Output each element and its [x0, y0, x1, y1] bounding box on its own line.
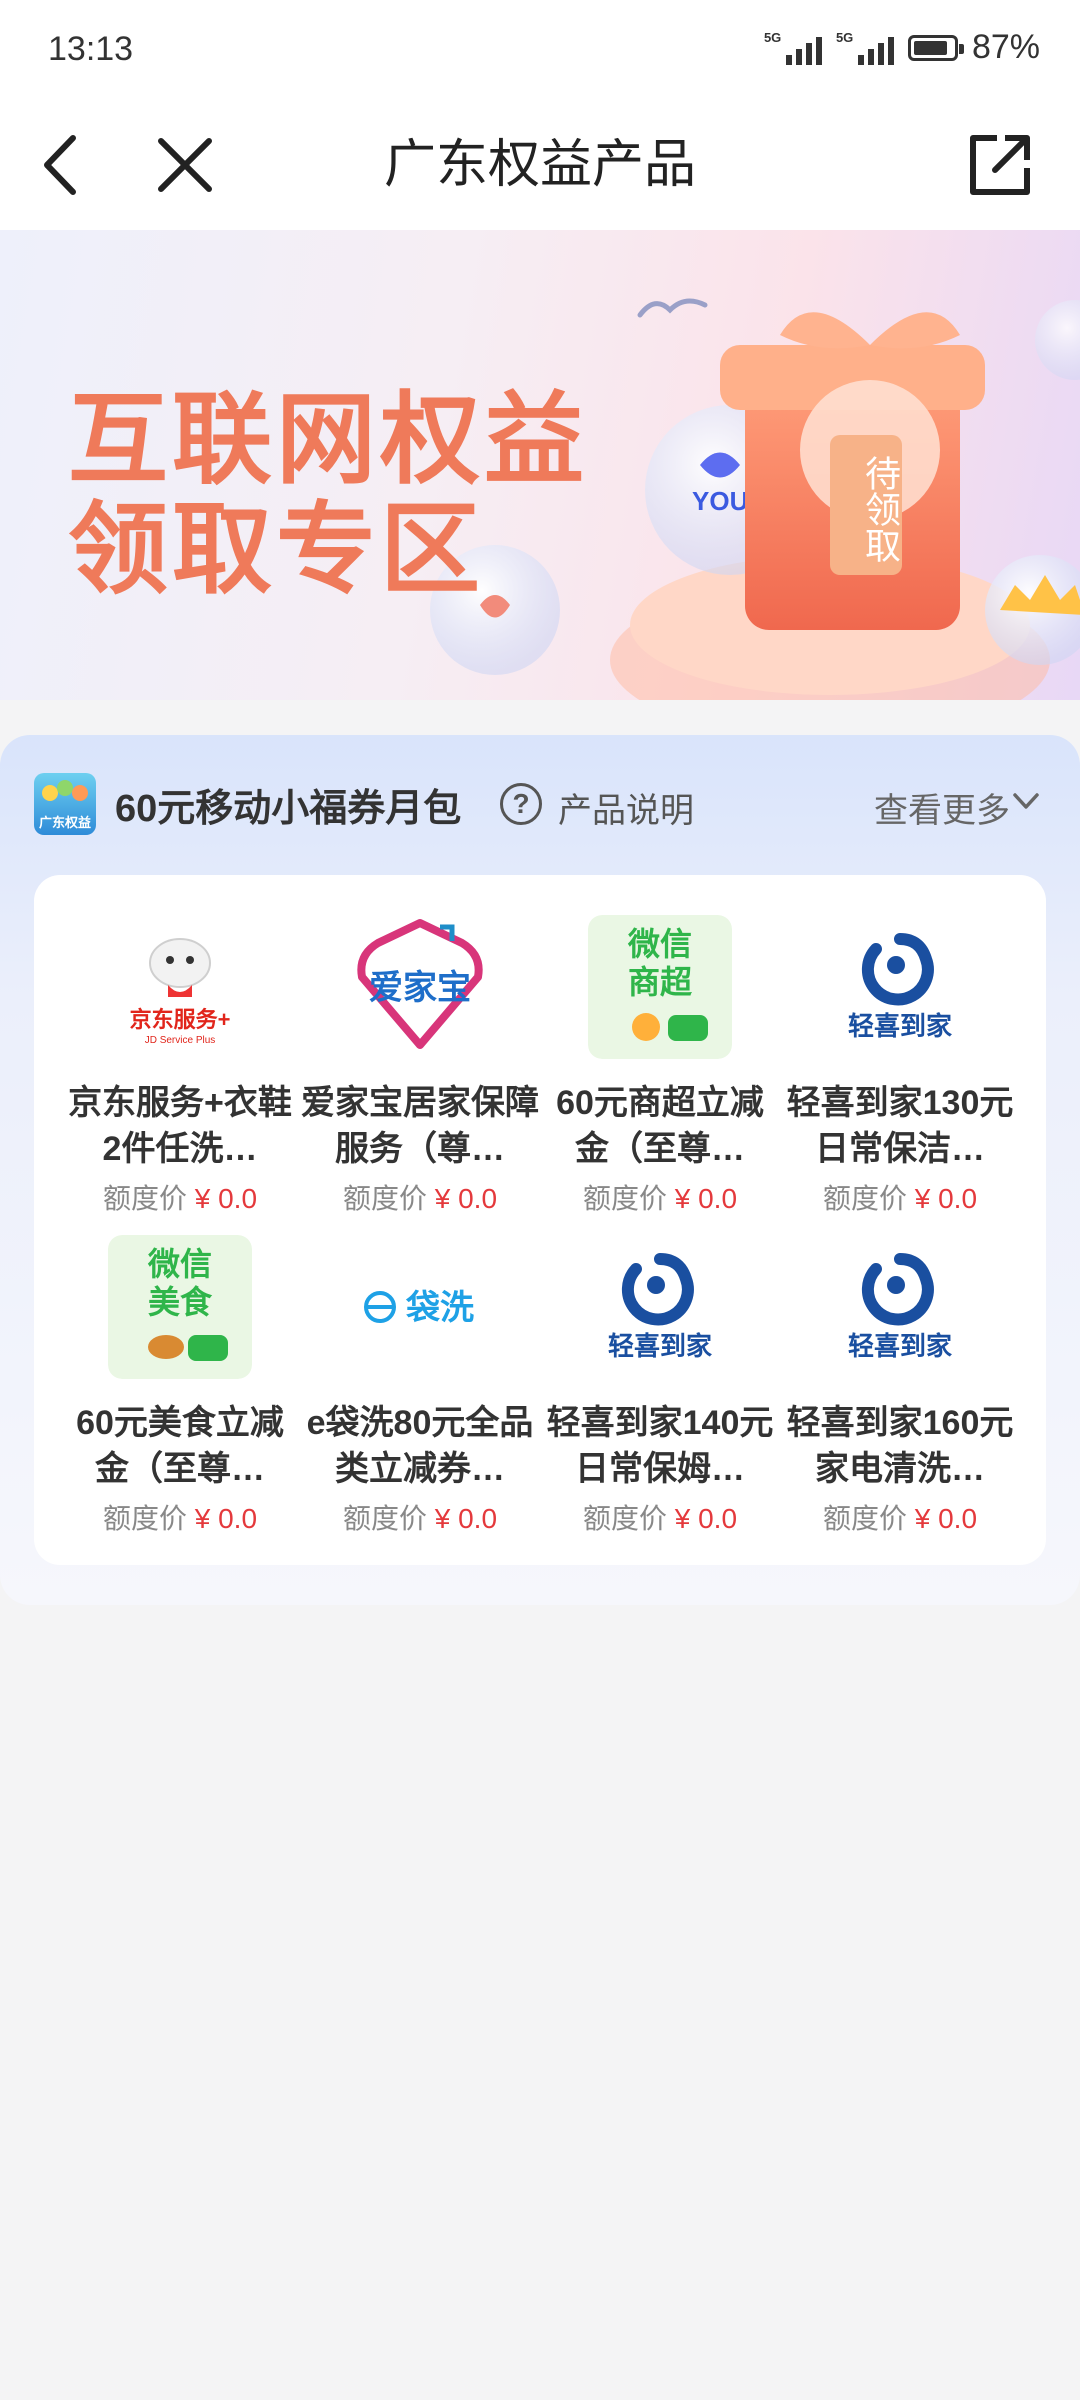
svg-text:微信: 微信	[627, 926, 692, 962]
svg-text:JD Service Plus: JD Service Plus	[145, 1035, 216, 1046]
product-item[interactable]: 微信 商超 60元商超立减金（至尊… 额度价 ¥ 0.0	[540, 875, 780, 1214]
banner-title-line2: 领取专区	[68, 494, 484, 606]
product-grid: 京东服务+ JD Service Plus 京东服务+衣鞋2件任洗… 额度价 ¥…	[34, 875, 1046, 1565]
jd-service-logo: 京东服务+ JD Service Plus	[108, 915, 252, 1059]
package-title: 60元移动小福券月包	[115, 788, 462, 830]
product-price: 额度价 ¥ 0.0	[822, 1503, 978, 1534]
see-more-link[interactable]: 查看更多	[874, 783, 1010, 832]
product-name: 京东服务+衣鞋2件任洗…	[68, 1084, 292, 1168]
aijiabao-logo: 爱家宝	[348, 915, 492, 1059]
product-price: 额度价 ¥ 0.0	[342, 1503, 498, 1534]
status-indicators: 5G 5G 87%	[764, 28, 1040, 67]
product-name: 轻喜到家130元日常保洁…	[786, 1084, 1014, 1168]
product-item[interactable]: 轻喜到家 轻喜到家130元日常保洁… 额度价 ¥ 0.0	[780, 875, 1020, 1214]
qingxi-logo: 轻喜到家	[828, 1235, 972, 1379]
signal-icon: 5G	[836, 30, 894, 65]
product-item[interactable]: 京东服务+ JD Service Plus 京东服务+衣鞋2件任洗… 额度价 ¥…	[60, 875, 300, 1214]
product-name: 60元商超立减金（至尊…	[556, 1084, 764, 1168]
product-name: 轻喜到家160元家电清洗…	[786, 1404, 1014, 1488]
svg-text:轻喜到家: 轻喜到家	[608, 1331, 712, 1361]
svg-text:商超: 商超	[628, 964, 693, 1000]
chevron-down-icon[interactable]	[1012, 787, 1040, 815]
nav-bar: 广东权益产品	[0, 100, 1080, 230]
share-button[interactable]	[960, 125, 1040, 205]
product-item[interactable]: 爱家宝 爱家宝居家保障服务（尊… 额度价 ¥ 0.0	[300, 875, 540, 1214]
battery-icon	[907, 34, 964, 61]
svg-text:轻喜到家: 轻喜到家	[848, 1011, 952, 1041]
product-name: e袋洗80元全品类立减券…	[306, 1404, 534, 1488]
svg-text:京东服务+: 京东服务+	[130, 1007, 231, 1032]
product-item[interactable]: 轻喜到家 轻喜到家160元家电清洗… 额度价 ¥ 0.0	[780, 1195, 1020, 1534]
product-price: 额度价 ¥ 0.0	[102, 1503, 258, 1534]
gift-tag: 待领取	[830, 435, 902, 575]
svg-text:爱家宝: 爱家宝	[369, 969, 471, 1007]
page-title: 广东权益产品	[383, 136, 696, 194]
qingxi-logo: 轻喜到家	[828, 915, 972, 1059]
share-icon	[970, 135, 1030, 195]
help-icon[interactable]: ?	[500, 783, 542, 825]
product-item[interactable]: 轻喜到家 轻喜到家140元日常保姆… 额度价 ¥ 0.0	[540, 1195, 780, 1534]
wechat-food-logo: 微信 美食	[108, 1235, 252, 1379]
promo-banner[interactable]: YOUK 互联网权益 领取专区 待领取	[0, 230, 1080, 700]
product-info-link[interactable]: 产品说明	[558, 783, 694, 832]
product-item[interactable]: 微信 美食 60元美食立减金（至尊… 额度价 ¥ 0.0	[60, 1195, 300, 1534]
battery-percent: 87%	[971, 28, 1040, 66]
svg-text:微信: 微信	[147, 1246, 212, 1282]
status-time: 13:13	[48, 30, 134, 68]
svg-text:轻喜到家: 轻喜到家	[848, 1331, 952, 1361]
brand-icon: 广东权益	[34, 773, 96, 835]
product-name: 爱家宝居家保障服务（尊…	[301, 1084, 539, 1168]
package-header: 广东权益 60元移动小福券月包 ? 产品说明 查看更多	[0, 735, 1080, 875]
edaixi-logo: 袋洗	[348, 1235, 492, 1379]
package-card: 广东权益 60元移动小福券月包 ? 产品说明 查看更多 京东服务+ JD Ser…	[0, 735, 1080, 1605]
svg-text:袋洗: 袋洗	[405, 1289, 474, 1327]
signal-icon: 5G	[764, 30, 822, 65]
wechat-market-logo: 微信 商超	[588, 915, 732, 1059]
svg-text:美食: 美食	[148, 1284, 213, 1320]
product-name: 60元美食立减金（至尊…	[76, 1404, 284, 1488]
product-name: 轻喜到家140元日常保姆…	[546, 1404, 774, 1488]
product-item[interactable]: 袋洗 e袋洗80元全品类立减券… 额度价 ¥ 0.0	[300, 1195, 540, 1534]
status-bar: 13:13 5G 5G 87%	[0, 0, 1080, 100]
qingxi-logo: 轻喜到家	[588, 1235, 732, 1379]
product-price: 额度价 ¥ 0.0	[582, 1503, 738, 1534]
